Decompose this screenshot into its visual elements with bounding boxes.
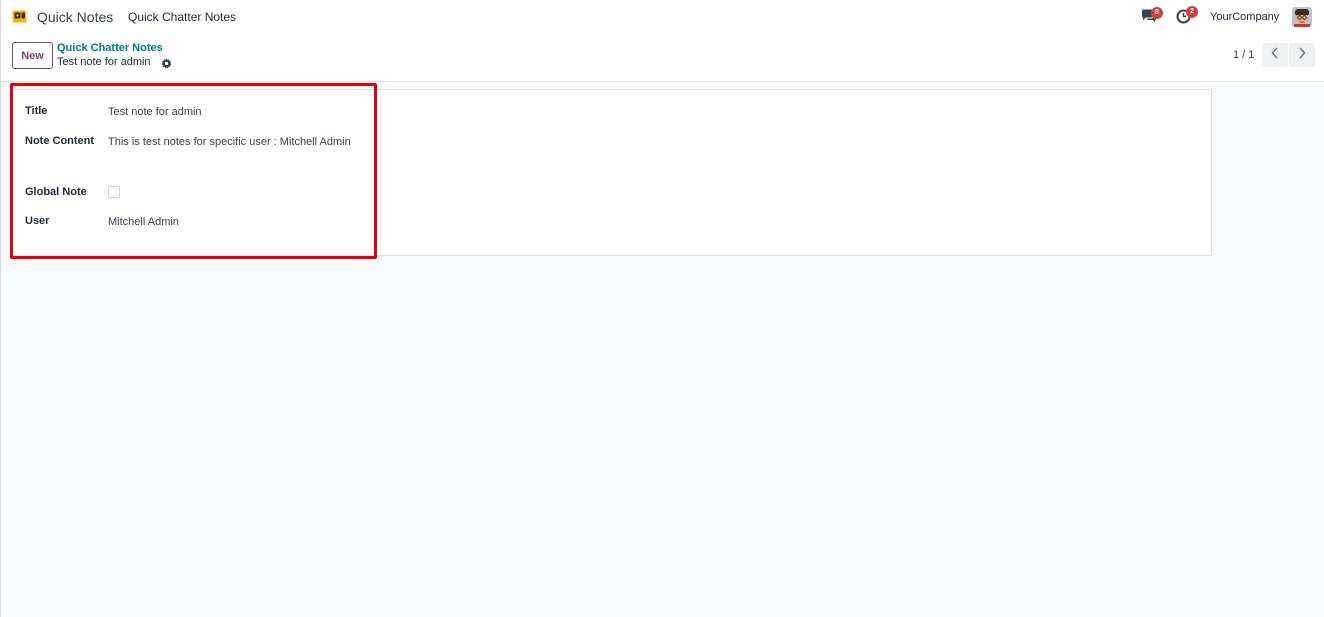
title-label: Title bbox=[25, 105, 48, 117]
global-note-checkbox[interactable] bbox=[108, 186, 120, 198]
user-avatar[interactable] bbox=[1292, 7, 1312, 27]
chevron-right-icon bbox=[1298, 46, 1306, 64]
pager-value[interactable]: 1 / 1 bbox=[1233, 49, 1254, 61]
user-label: User bbox=[25, 215, 50, 227]
breadcrumb-current: Test note for admin bbox=[57, 56, 151, 68]
menu-item-quick-chatter-notes[interactable]: Quick Chatter Notes bbox=[128, 10, 236, 24]
gear-icon[interactable] bbox=[161, 56, 172, 69]
app-name[interactable]: Quick Notes bbox=[37, 9, 113, 25]
chat-badge: 8 bbox=[1151, 7, 1163, 19]
user-field[interactable]: Mitchell Admin bbox=[108, 216, 179, 228]
breadcrumb-parent[interactable]: Quick Chatter Notes bbox=[57, 42, 163, 54]
pager-next-button[interactable] bbox=[1289, 43, 1315, 67]
note-content-label: Note Content bbox=[25, 135, 95, 147]
activity-badge: 2 bbox=[1186, 6, 1198, 18]
new-button[interactable]: New bbox=[12, 42, 53, 69]
activity-clock-icon[interactable]: 2 bbox=[1176, 6, 1198, 26]
chevron-left-icon bbox=[1271, 46, 1279, 64]
title-field[interactable]: Test note for admin bbox=[108, 106, 202, 118]
note-content-field[interactable]: This is test notes for specific user : M… bbox=[108, 136, 351, 148]
top-navbar: Quick Notes Quick Chatter Notes 8 2 Your… bbox=[1, 0, 1324, 34]
company-switcher[interactable]: YourCompany bbox=[1210, 11, 1279, 23]
app-logo-icon[interactable] bbox=[12, 9, 27, 24]
pager-previous-button[interactable] bbox=[1262, 43, 1288, 67]
chat-icon[interactable]: 8 bbox=[1141, 7, 1163, 25]
global-note-label: Global Note bbox=[25, 186, 87, 198]
control-panel: New Quick Chatter Notes Test note for ad… bbox=[1, 34, 1324, 82]
frame-border bbox=[0, 0, 1, 617]
